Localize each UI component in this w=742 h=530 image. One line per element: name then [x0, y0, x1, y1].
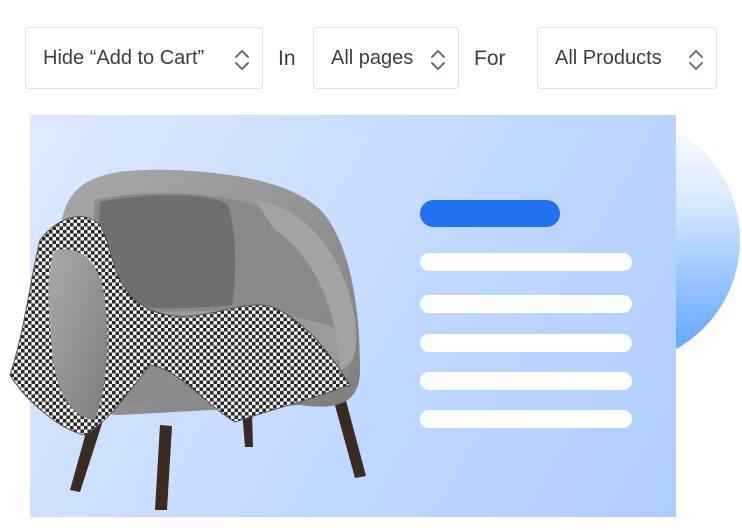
chevron-up-down-icon — [689, 50, 703, 70]
action-select[interactable]: Hide “Add to Cart” — [25, 27, 263, 89]
armchair-image — [9, 169, 366, 510]
placeholder-text-line — [420, 372, 632, 390]
for-label: For — [474, 47, 506, 70]
action-select-value: Hide “Add to Cart” — [43, 46, 205, 69]
placeholder-text-line — [420, 334, 632, 352]
placeholder-title-bar — [420, 200, 560, 227]
placeholder-text-line — [420, 295, 632, 313]
target-select-value: All Products — [555, 46, 662, 69]
placeholder-text-line — [420, 253, 632, 271]
chevron-up-down-icon — [431, 50, 445, 70]
target-select[interactable]: All Products — [537, 27, 717, 89]
scope-select-value: All pages — [331, 46, 414, 69]
chevron-up-down-icon — [235, 50, 249, 70]
scope-select[interactable]: All pages — [313, 27, 459, 89]
placeholder-text-line — [420, 410, 632, 428]
in-label: In — [278, 47, 296, 70]
